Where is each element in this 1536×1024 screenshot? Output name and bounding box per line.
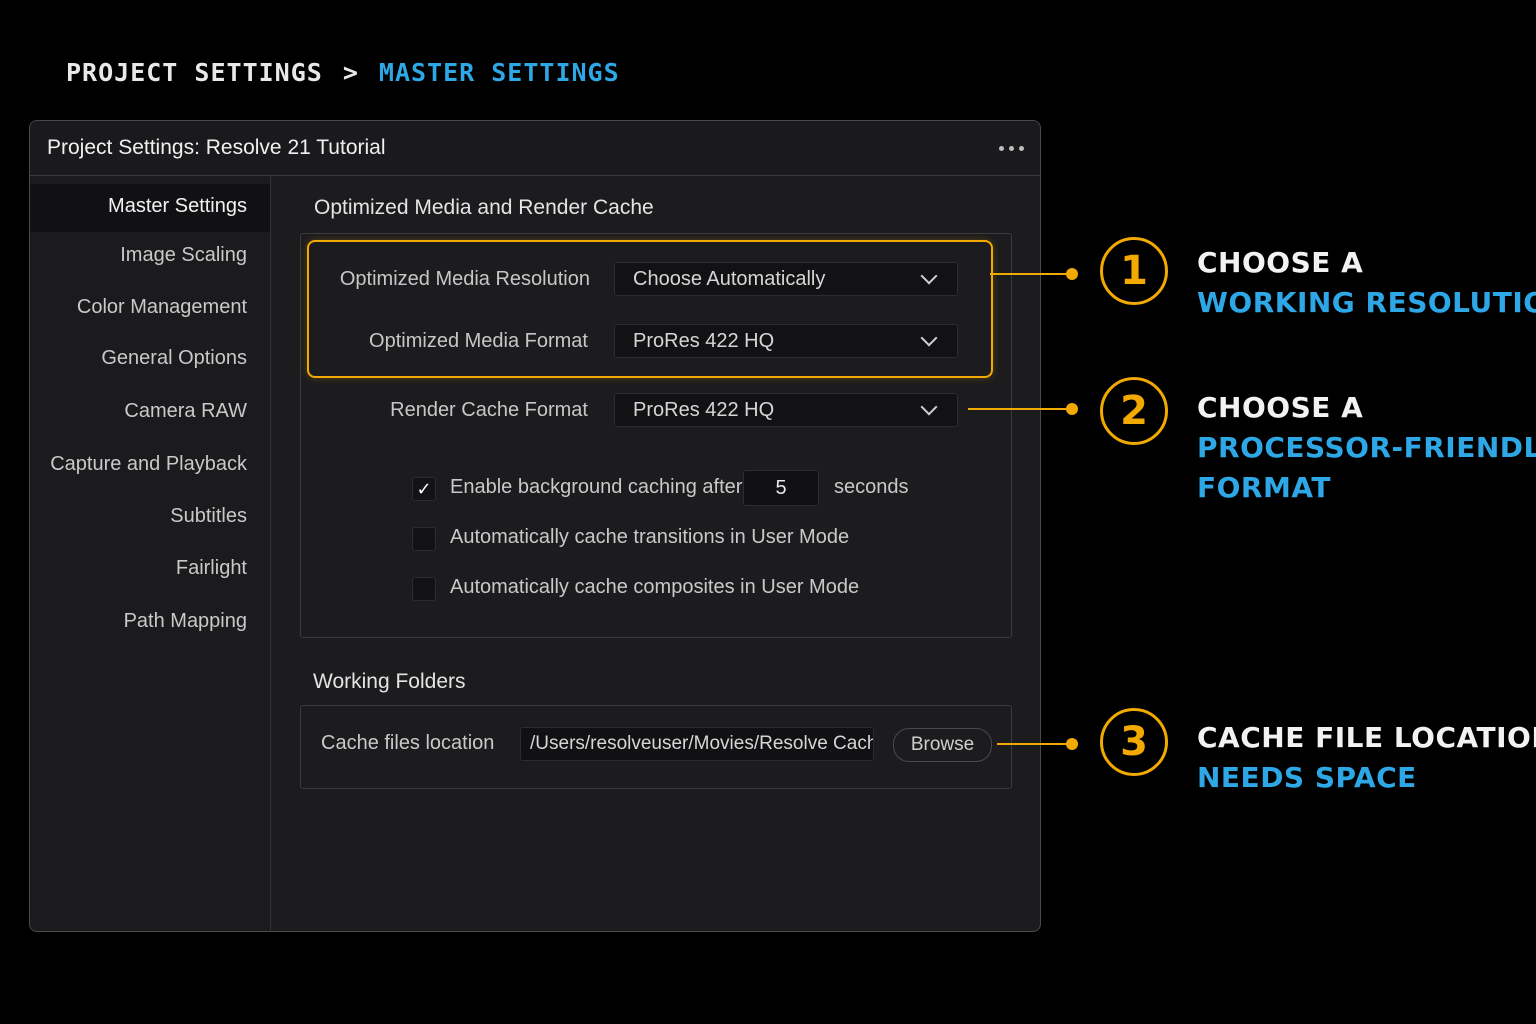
- callout-2-line2: PROCESSOR-FRIENDLY: [1197, 431, 1536, 464]
- callout-2-badge: 2: [1100, 377, 1168, 445]
- window-title: Project Settings: Resolve 21 Tutorial: [47, 136, 386, 159]
- optimized-media-heading: Optimized Media and Render Cache: [314, 196, 654, 219]
- breadcrumb-current: MASTER SETTINGS: [378, 58, 620, 87]
- callout-1-leader: [990, 273, 1070, 275]
- optimized-format-dropdown[interactable]: ProRes 422 HQ: [614, 324, 958, 358]
- cache-location-field[interactable]: /Users/resolveuser/Movies/Resolve Cache: [520, 727, 874, 761]
- render-cache-value: ProRes 422 HQ: [633, 398, 775, 421]
- background-caching-checkbox[interactable]: ✓: [412, 477, 436, 501]
- working-folders-heading: Working Folders: [313, 670, 466, 693]
- sidebar-item-fairlight[interactable]: Fairlight: [176, 557, 247, 580]
- sidebar-item-capture-and-playback[interactable]: Capture and Playback: [50, 453, 247, 476]
- render-cache-dropdown[interactable]: ProRes 422 HQ: [614, 393, 958, 427]
- chevron-down-icon: [920, 398, 938, 416]
- callout-2-line1: CHOOSE A: [1197, 391, 1364, 424]
- callout-2-dot: [1066, 403, 1078, 415]
- page: PROJECT SETTINGS > MASTER SETTINGS Proje…: [0, 0, 1536, 1024]
- sidebar-item-image-scaling[interactable]: Image Scaling: [120, 244, 247, 267]
- browse-button[interactable]: Browse: [893, 728, 992, 762]
- breadcrumb-separator-icon: >: [342, 58, 359, 87]
- optimized-resolution-value: Choose Automatically: [633, 267, 826, 290]
- callout-1-badge: 1: [1100, 237, 1168, 305]
- chevron-down-icon: [920, 267, 938, 285]
- sidebar-item-camera-raw[interactable]: Camera RAW: [124, 400, 247, 423]
- background-caching-unit: seconds: [834, 476, 909, 498]
- sidebar-item-path-mapping[interactable]: Path Mapping: [124, 610, 247, 633]
- background-caching-seconds-input[interactable]: 5: [743, 470, 819, 506]
- callout-3-leader: [997, 743, 1070, 745]
- breadcrumb-parent[interactable]: PROJECT SETTINGS: [66, 58, 323, 87]
- optimized-format-label: Optimized Media Format: [369, 330, 588, 352]
- cache-composites-checkbox[interactable]: [412, 577, 436, 601]
- callout-3-text: CACHE FILE LOCATION NEEDS SPACE: [1197, 718, 1536, 798]
- optimized-resolution-label: Optimized Media Resolution: [339, 268, 590, 290]
- callout-2-leader: [968, 408, 1070, 410]
- callout-3-badge: 3: [1100, 708, 1168, 776]
- breadcrumb: PROJECT SETTINGS > MASTER SETTINGS: [66, 58, 620, 87]
- cache-transitions-label: Automatically cache transitions in User …: [450, 526, 850, 548]
- sidebar-item-color-management[interactable]: Color Management: [77, 296, 247, 319]
- cache-transitions-checkbox[interactable]: [412, 527, 436, 551]
- sidebar-item-general-options[interactable]: General Options: [101, 347, 247, 370]
- callout-3-line2: NEEDS SPACE: [1197, 761, 1417, 794]
- chevron-down-icon: [920, 329, 938, 347]
- settings-sidebar: Master Settings Image Scaling Color Mana…: [30, 176, 271, 931]
- sidebar-item-master-settings[interactable]: Master Settings: [108, 195, 247, 218]
- optimized-resolution-dropdown[interactable]: Choose Automatically: [614, 262, 958, 296]
- callout-3-line1: CACHE FILE LOCATION: [1197, 721, 1536, 754]
- callout-1-text: CHOOSE A WORKING RESOLUTION: [1197, 243, 1536, 323]
- callout-3-dot: [1066, 738, 1078, 750]
- cache-composites-label: Automatically cache composites in User M…: [450, 576, 860, 598]
- callout-1-line2: WORKING RESOLUTION: [1197, 286, 1536, 319]
- background-caching-label: Enable background caching after: [450, 476, 743, 498]
- render-cache-label: Render Cache Format: [390, 399, 588, 421]
- callout-2-text: CHOOSE A PROCESSOR-FRIENDLY FORMAT: [1197, 388, 1536, 508]
- project-settings-window: Project Settings: Resolve 21 Tutorial Ma…: [29, 120, 1041, 932]
- cache-location-label: Cache files location: [321, 732, 495, 754]
- callout-2-line3: FORMAT: [1197, 471, 1331, 504]
- optimized-format-value: ProRes 422 HQ: [633, 329, 775, 352]
- callout-1-line1: CHOOSE A: [1197, 246, 1364, 279]
- callout-1-dot: [1066, 268, 1078, 280]
- window-titlebar: Project Settings: Resolve 21 Tutorial: [30, 121, 1040, 176]
- sidebar-item-subtitles[interactable]: Subtitles: [170, 505, 247, 528]
- more-options-icon[interactable]: [999, 145, 1026, 151]
